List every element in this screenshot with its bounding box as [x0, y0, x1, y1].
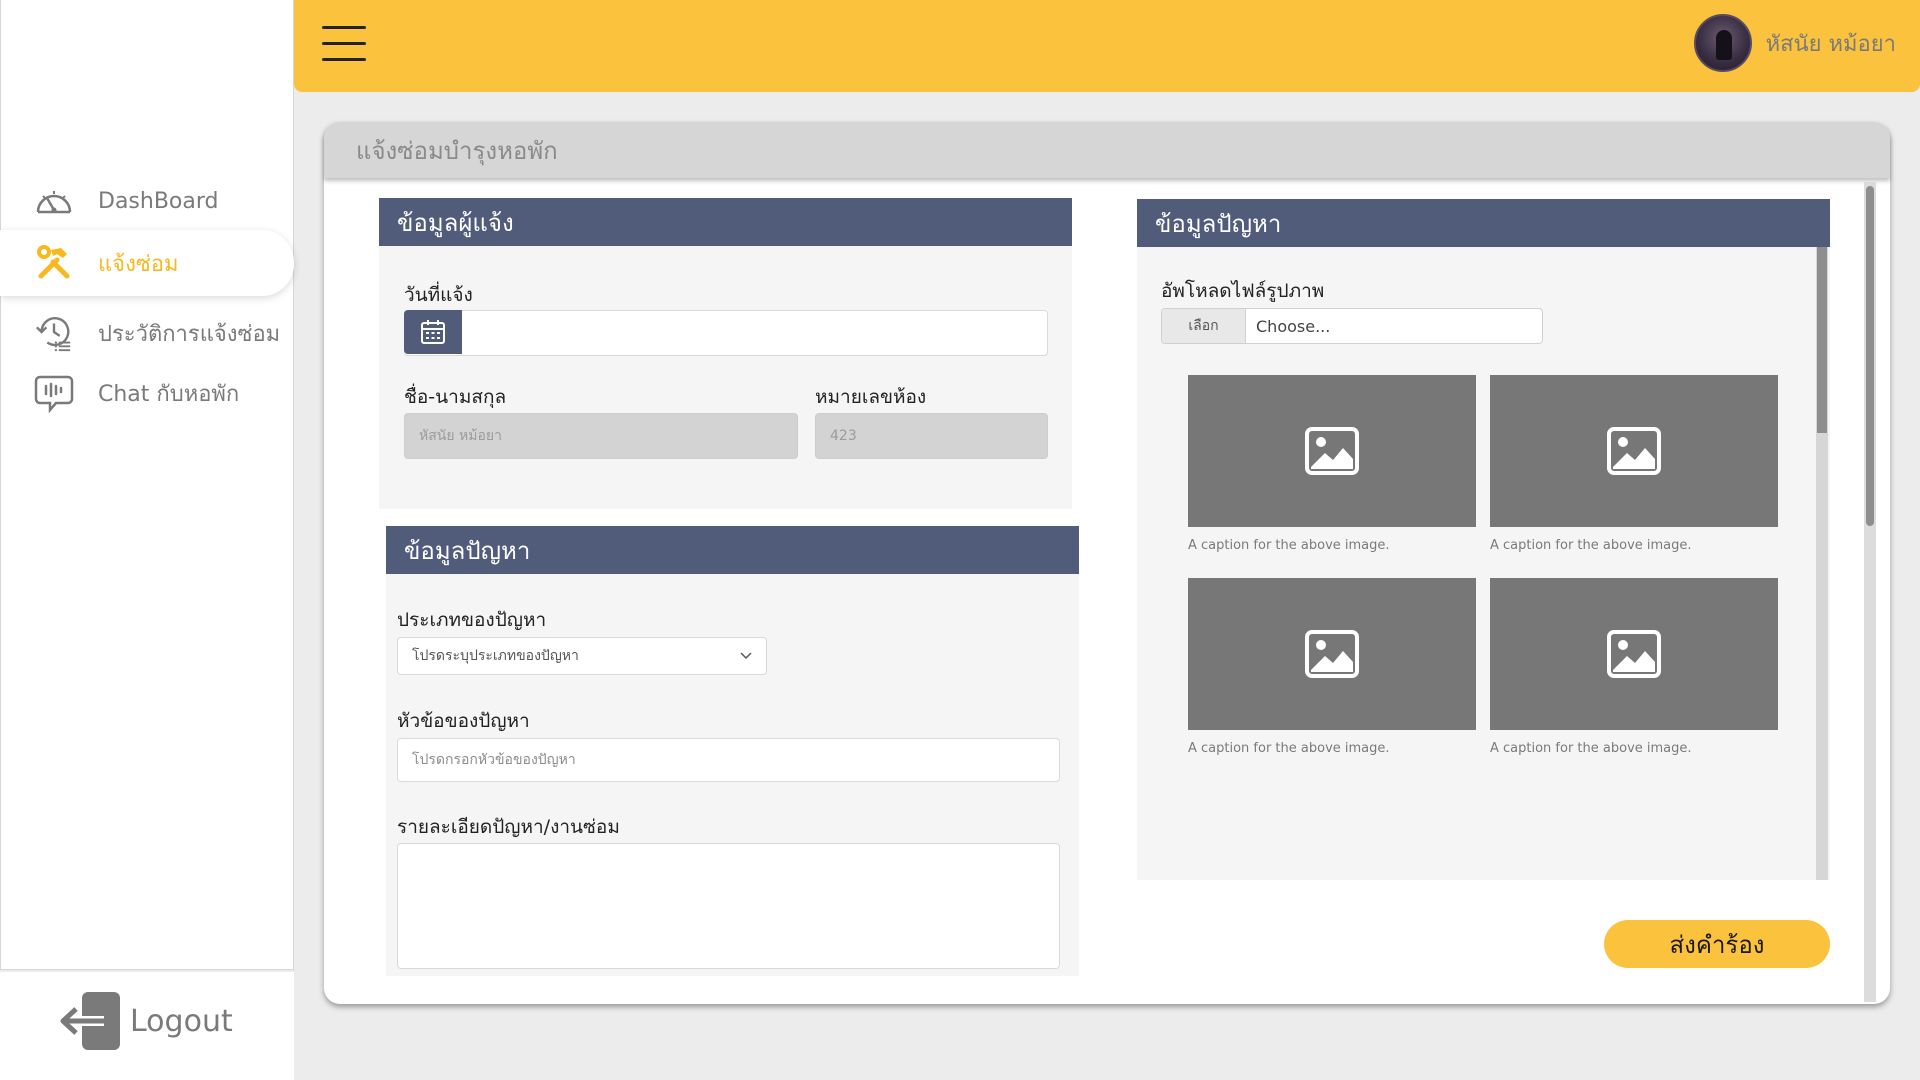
problem-type-value: โปรดระบุประเภทของปัญหา [412, 648, 579, 664]
image-thumbnail-4[interactable] [1490, 578, 1778, 730]
sidebar-item-dashboard[interactable]: DashBoard [0, 168, 294, 234]
problem-detail-textarea[interactable] [397, 843, 1060, 969]
sidebar-item-repair[interactable]: แจ้งซ่อม [0, 230, 294, 296]
submit-button[interactable]: ส่งคำร้อง [1604, 920, 1830, 968]
page-title: แจ้งซ่อมบำรุงหอพัก [324, 122, 1890, 178]
image-thumbnail-2[interactable] [1490, 375, 1778, 527]
top-header: หัสนัย หม้อยา [294, 0, 1920, 92]
image-caption: A caption for the above image. [1490, 741, 1692, 756]
image-placeholder-icon [1607, 630, 1661, 678]
file-name-text: Choose... [1256, 316, 1331, 336]
sidebar-item-label: แจ้งซ่อม [98, 251, 179, 277]
image-caption: A caption for the above image. [1490, 538, 1692, 553]
history-icon [34, 313, 74, 353]
image-caption: A caption for the above image. [1188, 538, 1390, 553]
sidebar-item-label: Chat กับหอพัก [98, 381, 240, 407]
calendar-icon [421, 320, 445, 344]
image-panel-scrollbar[interactable] [1816, 247, 1828, 880]
problem-topic-input[interactable]: โปรดกรอกหัวข้อของปัญหา [397, 738, 1060, 782]
problem-topic-label: หัวข้อของปัญหา [397, 710, 530, 732]
sidebar-panel [0, 0, 294, 970]
name-field: หัสนัย หม้อยา [404, 413, 798, 459]
sidebar: DashBoard แจ้งซ่อม ประวัติการแจ้งซ่อม Ch… [0, 0, 294, 1080]
image-thumbnail-1[interactable] [1188, 375, 1476, 527]
date-field[interactable] [404, 310, 1048, 356]
reporter-panel-heading: ข้อมูลผู้แจ้ง [379, 198, 1072, 246]
image-caption: A caption for the above image. [1188, 741, 1390, 756]
image-placeholder-icon [1607, 427, 1661, 475]
file-upload-input[interactable]: เลือก Choose... [1161, 308, 1543, 344]
logout-button[interactable]: Logout [58, 990, 233, 1052]
name-label: ชื่อ-นามสกุล [404, 386, 507, 408]
hamburger-menu-icon[interactable] [322, 26, 366, 62]
image-thumbnail-3[interactable] [1188, 578, 1476, 730]
date-label: วันที่แจ้ง [404, 284, 473, 306]
user-profile[interactable]: หัสนัย หม้อยา [1693, 14, 1896, 72]
calendar-button[interactable] [404, 310, 462, 354]
image-placeholder-icon [1305, 630, 1359, 678]
sidebar-item-label: DashBoard [98, 188, 219, 214]
sidebar-item-label: ประวัติการแจ้งซ่อม [98, 321, 281, 347]
sidebar-item-chat[interactable]: Chat กับหอพัก [0, 360, 294, 426]
image-placeholder-icon [1305, 427, 1359, 475]
hammer-wrench-icon [34, 243, 74, 283]
card-scrollbar[interactable] [1864, 182, 1876, 1002]
problem-detail-label: รายละเอียดปัญหา/งานซ่อม [397, 816, 620, 838]
chevron-down-icon [740, 652, 752, 660]
logout-label: Logout [130, 1003, 233, 1039]
problem-panel-heading: ข้อมูลปัญหา [386, 526, 1079, 574]
room-field: 423 [815, 413, 1048, 459]
user-name: หัสนัย หม้อยา [1765, 31, 1896, 57]
file-choose-button[interactable]: เลือก [1162, 309, 1246, 343]
sidebar-item-history[interactable]: ประวัติการแจ้งซ่อม [0, 300, 294, 366]
problem-type-label: ประเภทของปัญหา [397, 609, 547, 631]
chat-icon [34, 373, 74, 413]
speedometer-icon [34, 181, 74, 221]
room-label: หมายเลขห้อง [815, 386, 927, 408]
problem-type-select[interactable]: โปรดระบุประเภทของปัญหา [397, 637, 767, 675]
upload-label: อัพโหลดไฟล์รูปภาพ [1161, 280, 1325, 302]
avatar [1693, 14, 1752, 72]
logout-icon [58, 990, 124, 1052]
image-panel-heading: ข้อมูลปัญหา [1137, 199, 1830, 247]
